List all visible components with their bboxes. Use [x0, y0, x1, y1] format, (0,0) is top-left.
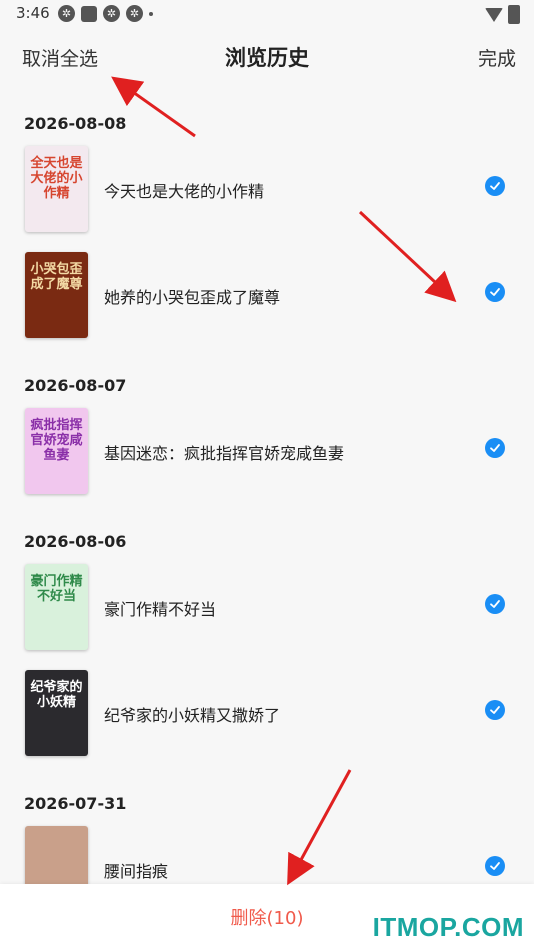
- more-notifications-icon: [149, 11, 153, 16]
- app-notification-icon: [81, 5, 97, 22]
- app-notification-icon: ✲: [103, 5, 120, 22]
- date-header: 2026-08-06: [24, 532, 127, 551]
- date-header: 2026-07-31: [24, 794, 127, 813]
- status-time: 3:46: [16, 4, 50, 22]
- book-cover-image: 全天也是大佬的小作精: [25, 146, 88, 232]
- wifi-icon: [485, 7, 503, 22]
- notification-icons: ✲ ✲ ✲: [58, 5, 153, 22]
- done-button[interactable]: 完成: [478, 44, 516, 71]
- cover-art-lettering: 小哭包歪成了魔尊: [30, 262, 83, 292]
- history-item[interactable]: 疯批指挥官娇宠咸鱼妻基因迷恋：疯批指挥官娇宠咸鱼妻: [0, 400, 534, 496]
- book-cover-image: 豪门作精不好当: [25, 564, 88, 650]
- history-item[interactable]: 全天也是大佬的小作精今天也是大佬的小作精: [0, 138, 534, 234]
- date-header: 2026-08-07: [24, 376, 127, 395]
- screen: 3:46 ✲ ✲ ✲ 取消全选 浏览历史 完成 2026-08-08 全天也是大佬…: [0, 0, 534, 950]
- battery-icon: [508, 5, 520, 24]
- app-notification-icon: ✲: [58, 5, 75, 22]
- book-cover-image: 疯批指挥官娇宠咸鱼妻: [25, 408, 88, 494]
- history-item[interactable]: 小哭包歪成了魔尊她养的小哭包歪成了魔尊: [0, 244, 534, 340]
- history-item[interactable]: 纪爷家的小妖精纪爷家的小妖精又撒娇了: [0, 662, 534, 758]
- app-notification-icon: ✲: [126, 5, 143, 22]
- book-cover-image: 小哭包歪成了魔尊: [25, 252, 88, 338]
- book-title: 纪爷家的小妖精又撒娇了: [104, 706, 281, 725]
- selected-check-icon[interactable]: [485, 700, 505, 720]
- selected-check-icon[interactable]: [485, 176, 505, 196]
- book-title: 今天也是大佬的小作精: [104, 182, 265, 201]
- status-bar: 3:46 ✲ ✲ ✲: [0, 0, 534, 30]
- system-icons: [485, 5, 520, 24]
- cover-art-lettering: 纪爷家的小妖精: [30, 680, 83, 710]
- date-header: 2026-08-08: [24, 114, 127, 133]
- cover-art-lettering: 全天也是大佬的小作精: [30, 156, 83, 201]
- page-title: 浏览历史: [225, 46, 309, 70]
- selected-check-icon[interactable]: [485, 856, 505, 876]
- cover-art-lettering: 疯批指挥官娇宠咸鱼妻: [30, 418, 83, 463]
- bottom-action-bar: 删除(10) ITMOP.COM: [0, 884, 534, 950]
- selected-check-icon[interactable]: [485, 594, 505, 614]
- selected-check-icon[interactable]: [485, 438, 505, 458]
- cover-art-lettering: 豪门作精不好当: [30, 574, 83, 604]
- book-title: 基因迷恋：疯批指挥官娇宠咸鱼妻: [104, 444, 345, 463]
- top-app-bar: 取消全选 浏览历史 完成: [0, 30, 534, 86]
- book-title: 她养的小哭包歪成了魔尊: [104, 288, 281, 307]
- book-title: 腰间指痕: [104, 862, 169, 881]
- book-cover-image: 纪爷家的小妖精: [25, 670, 88, 756]
- arrow-to-deselect: [111, 76, 196, 138]
- selected-check-icon[interactable]: [485, 282, 505, 302]
- history-item[interactable]: 豪门作精不好当 豪门作精不好当: [0, 556, 534, 652]
- watermark-logo: ITMOP.COM: [372, 912, 524, 942]
- book-title: 豪门作精不好当: [104, 600, 217, 619]
